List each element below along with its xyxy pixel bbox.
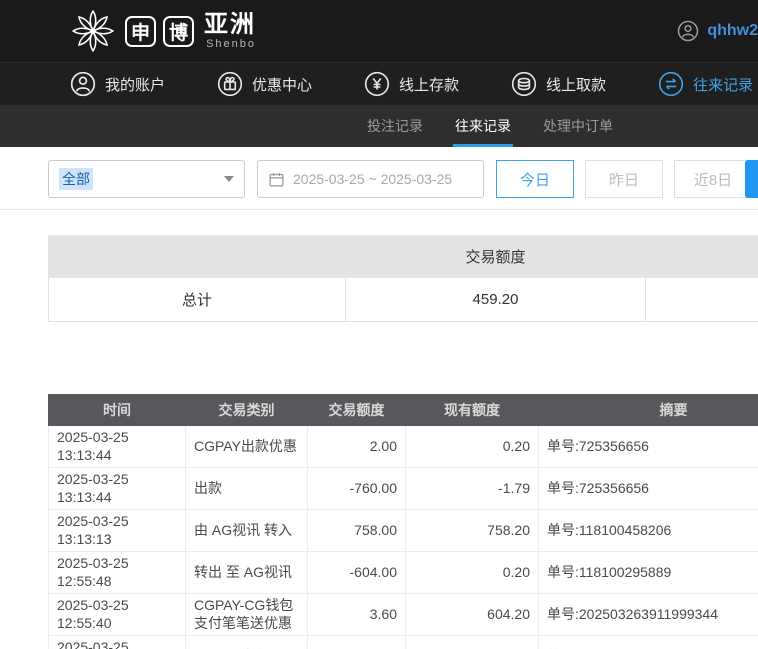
- user-account-link[interactable]: qhhw2: [677, 20, 758, 42]
- cell-summary: 单号:202503263911999344: [538, 635, 758, 649]
- tab-transaction-records[interactable]: 往来记录: [453, 105, 513, 147]
- col-header-type: 交易类别: [185, 394, 308, 426]
- cell-balance: 758.20: [405, 509, 539, 552]
- cell-summary: 单号:118100458206: [538, 509, 758, 552]
- search-button[interactable]: [745, 160, 758, 198]
- brand-logo[interactable]: 申 博 亚洲 Shenbo: [68, 6, 256, 56]
- cell-balance: 604.20: [405, 593, 539, 636]
- nav-item-label: 优惠中心: [252, 76, 313, 94]
- transaction-type-select[interactable]: 全部: [48, 160, 245, 198]
- cell-balance: 0.20: [405, 551, 539, 594]
- cell-amount: 2.00: [307, 425, 406, 468]
- cell-amount: -760.00: [307, 467, 406, 510]
- tab-betting-records[interactable]: 投注记录: [365, 105, 425, 147]
- cell-time: 2025-03-25 12:55:40: [48, 635, 186, 649]
- cell-time: 2025-03-25 12:55:48: [48, 551, 186, 594]
- yesterday-button[interactable]: 昨日: [585, 160, 663, 198]
- cell-summary: 单号:725356656: [538, 425, 758, 468]
- username-text: qhhw2: [707, 22, 758, 39]
- summary-header-empty: [48, 235, 346, 278]
- summary-total-extra: [645, 277, 758, 322]
- nav-item-deposit[interactable]: 线上存款: [364, 71, 459, 97]
- page: 申 博 亚洲 Shenbo qhhw2 我的账户 优惠中心 线上存款 线上取款 …: [0, 0, 758, 649]
- col-header-balance: 现有额度: [405, 394, 539, 426]
- cell-amount: 600.00: [307, 635, 406, 649]
- col-header-summary: 摘要: [538, 394, 758, 426]
- nav-item-transaction-records[interactable]: 往来记录: [658, 71, 753, 97]
- withdraw-coin-icon: [511, 71, 537, 97]
- user-icon: [70, 71, 96, 97]
- cell-balance: 0.20: [405, 425, 539, 468]
- sub-navigation: 投注记录 往来记录 处理中订单: [0, 105, 758, 147]
- logo-char-shen: 申: [125, 15, 156, 47]
- summary-header-empty2: [645, 235, 758, 278]
- table-row: 2025-03-25 12:55:48 转出 至 AG视讯 -604.00 0.…: [48, 551, 758, 594]
- cell-type: 出款: [185, 467, 308, 510]
- record-tabs: 投注记录 往来记录 处理中订单: [365, 105, 615, 147]
- top-bar: 申 博 亚洲 Shenbo qhhw2: [0, 0, 758, 62]
- deposit-coin-icon: [364, 71, 390, 97]
- cell-type: 转出 至 AG视讯: [185, 551, 308, 594]
- cell-amount: -604.00: [307, 551, 406, 594]
- cell-type: CGPAY-CG钱包支付笔笔送优惠: [185, 593, 308, 636]
- tab-processing-orders[interactable]: 处理中订单: [541, 105, 615, 147]
- table-row: 2025-03-25 12:55:40 CGPAY支付 600.00 600.6…: [48, 635, 758, 649]
- cell-time: 2025-03-25 12:55:40: [48, 593, 186, 636]
- summary-total-row: 总计 459.20: [48, 277, 758, 322]
- nav-item-label: 往来记录: [693, 76, 754, 94]
- today-button[interactable]: 今日: [496, 160, 574, 198]
- cell-type: 由 AG视讯 转入: [185, 509, 308, 552]
- summary-table: 交易额度 总计 459.20: [48, 235, 758, 322]
- selected-type-value: 全部: [59, 168, 93, 190]
- logo-region: 亚洲 Shenbo: [204, 10, 256, 50]
- calendar-icon: [269, 172, 284, 187]
- nav-item-label: 线上存款: [399, 76, 460, 94]
- filter-bar: 全部 2025-03-25 ~ 2025-03-25 今日 昨日 近8日: [0, 147, 758, 210]
- logo-region-cn: 亚洲: [204, 10, 256, 38]
- cell-summary: 单号:725356656: [538, 467, 758, 510]
- records-header-row: 时间 交易类别 交易额度 现有额度 摘要: [48, 394, 758, 426]
- chevron-down-icon: [224, 176, 234, 182]
- cell-time: 2025-03-25 13:13:13: [48, 509, 186, 552]
- transfer-records-icon: [658, 71, 684, 97]
- col-header-amount: 交易额度: [307, 394, 406, 426]
- date-range-value: 2025-03-25 ~ 2025-03-25: [293, 171, 453, 187]
- cell-summary: 单号:202503263911999344: [538, 593, 758, 636]
- nav-item-my-account[interactable]: 我的账户: [70, 71, 165, 97]
- cell-time: 2025-03-25 13:13:44: [48, 425, 186, 468]
- cell-amount: 758.00: [307, 509, 406, 552]
- cell-balance: 600.60: [405, 635, 539, 649]
- gift-icon: [217, 71, 243, 97]
- cell-amount: 3.60: [307, 593, 406, 636]
- cell-type: CGPAY支付: [185, 635, 308, 649]
- logo-region-en: Shenbo: [206, 37, 256, 50]
- cell-time: 2025-03-25 13:13:44: [48, 467, 186, 510]
- nav-item-label: 线上取款: [546, 76, 607, 94]
- date-range-input[interactable]: 2025-03-25 ~ 2025-03-25: [257, 160, 484, 198]
- user-avatar-icon: [678, 20, 699, 42]
- logo-char-bo: 博: [163, 15, 194, 47]
- flower-logo-icon: [71, 9, 115, 53]
- table-row: 2025-03-25 13:13:44 CGPAY出款优惠 2.00 0.20 …: [48, 425, 758, 468]
- cell-balance: -1.79: [405, 467, 539, 510]
- summary-total-value: 459.20: [345, 277, 646, 322]
- records-table: 时间 交易类别 交易额度 现有额度 摘要 2025-03-25 13:13:44…: [48, 394, 758, 649]
- table-row: 2025-03-25 13:13:13 由 AG视讯 转入 758.00 758…: [48, 509, 758, 552]
- cell-type: CGPAY出款优惠: [185, 425, 308, 468]
- summary-header-row: 交易额度: [48, 235, 758, 278]
- main-navigation: 我的账户 优惠中心 线上存款 线上取款 往来记录: [0, 62, 758, 105]
- nav-item-promotions[interactable]: 优惠中心: [217, 71, 312, 97]
- table-row: 2025-03-25 12:55:40 CGPAY-CG钱包支付笔笔送优惠 3.…: [48, 593, 758, 636]
- nav-item-label: 我的账户: [105, 76, 166, 94]
- last-8-days-button[interactable]: 近8日: [674, 160, 752, 198]
- summary-total-label: 总计: [48, 277, 346, 322]
- summary-header-amount: 交易额度: [345, 235, 646, 278]
- nav-item-withdrawal[interactable]: 线上取款: [511, 71, 606, 97]
- cell-summary: 单号:118100295889: [538, 551, 758, 594]
- table-row: 2025-03-25 13:13:44 出款 -760.00 -1.79 单号:…: [48, 467, 758, 510]
- col-header-time: 时间: [48, 394, 186, 426]
